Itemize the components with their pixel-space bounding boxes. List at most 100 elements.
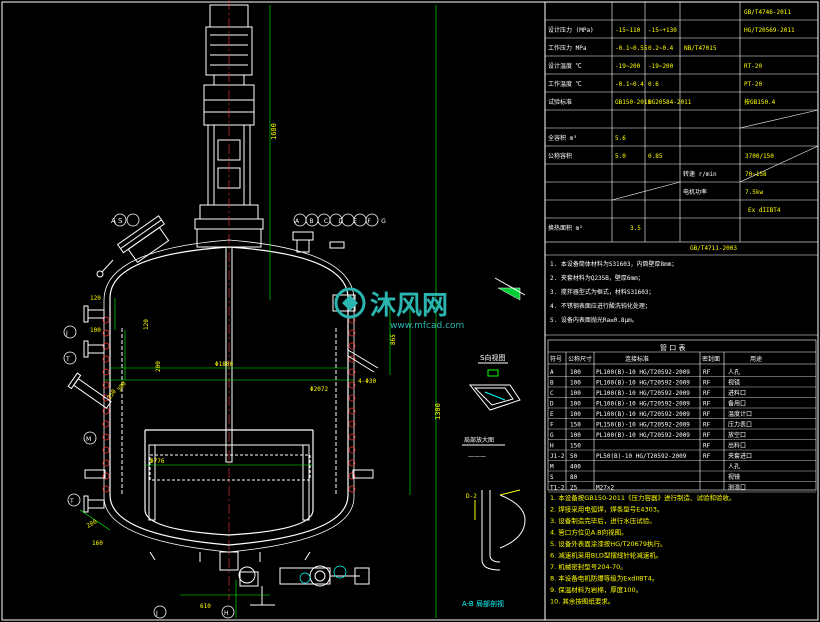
nozzle-cell: F	[550, 422, 554, 429]
nozzle-label-circles	[63, 213, 379, 619]
nozzle-cell: G	[550, 432, 554, 439]
dim-d9: 120	[143, 319, 150, 330]
nozzle-cell: D	[550, 401, 554, 408]
top-data-table	[544, 1, 819, 243]
note-line: 2. 焊接采用电弧焊，焊条型号E4303。	[550, 505, 663, 514]
support-lug-left	[84, 469, 106, 479]
nozzle-cell: RF	[703, 453, 711, 460]
nozzle-cell: RF	[703, 369, 711, 376]
svg-text:换热面积 m²: 换热面积 m²	[548, 224, 583, 232]
nozzle-cell: J1-2	[550, 453, 565, 460]
nozzle-cell: PL100(B)-10 HG/T20592-2009	[596, 401, 690, 408]
nozzle-cell: S	[550, 474, 554, 481]
dim-jacket-dia: Φ2072	[310, 386, 328, 393]
nozzle-cell: 150	[570, 443, 581, 450]
nozzle-cell: 100	[570, 411, 581, 418]
nozzle-cell: E	[550, 411, 554, 418]
svg-text:4. 不锈钢表面应进行酸洗钝化处理；: 4. 不锈钢表面应进行酸洗钝化处理；	[550, 302, 651, 310]
nozzle-top-right	[292, 231, 314, 241]
nozzle-cell: RF	[703, 411, 711, 418]
note-line: 5. 设备外表面涂漆按HG/T20679执行。	[550, 539, 667, 548]
note-line: 7. 机械密封型号204-70。	[550, 562, 627, 571]
label-group-left: A S	[111, 217, 123, 225]
svg-text:-15~+130: -15~+130	[648, 27, 677, 34]
weld-title: A-B 局部剖视	[462, 599, 504, 608]
svg-text:公称尺寸: 公称尺寸	[568, 355, 592, 363]
svg-text:GB/T4711-2003: GB/T4711-2003	[690, 245, 737, 252]
dim-d2: 120	[90, 295, 101, 302]
nozzle-cell: 100	[570, 380, 581, 387]
svg-text:设计压力 (MPa): 设计压力 (MPa)	[548, 26, 594, 34]
nozzle-cell: 视镜	[728, 379, 740, 387]
note-line: 4. 管口方位见A.B向视图。	[550, 528, 628, 537]
marker-j: J	[65, 330, 68, 337]
detail-s-title: S向视图	[480, 353, 505, 362]
svg-text:转速 r/min: 转速 r/min	[683, 170, 717, 178]
nozzle-cell: M	[550, 464, 554, 471]
nozzle-cell: 100	[570, 432, 581, 439]
spec-notes: 1. 本设备筒体材料为S31603，内筒壁厚8mm； 2. 夹套材料为Q235B…	[545, 254, 818, 336]
nozzle-cell: PL100(B)-10 HG/T20592-2009	[596, 380, 690, 387]
cad-drawing: A S A B C D E F G J T T M H J 1680 1300 …	[1, 0, 819, 621]
svg-text:3700/150: 3700/150	[745, 153, 774, 160]
nozzle-cell: PL150(B)-10 HG/T20592-2009	[596, 422, 690, 429]
nozzle-cell: 进料口	[728, 389, 746, 397]
nozzle-cell: A	[550, 369, 554, 376]
svg-text:3.5: 3.5	[630, 225, 641, 232]
svg-text:0.85: 0.85	[648, 153, 663, 160]
dim-agitator-height: 1680	[270, 123, 278, 140]
dim-d3: 610	[200, 603, 211, 610]
bottom-head	[109, 494, 349, 546]
svg-text:HG20584-2011: HG20584-2011	[648, 99, 692, 106]
nozzle-cell: 100	[570, 401, 581, 408]
detail-views: S向视图 局部放大图 ——— D-2 A-B 局部剖视	[462, 277, 526, 608]
svg-text:试验标准: 试验标准	[548, 98, 572, 106]
marker-m: M	[86, 436, 91, 443]
nozzle-cell: 50	[570, 453, 578, 460]
nozzle-cell: 测温口	[728, 484, 746, 492]
nozzle-cell: PL100(B)-10 HG/T20592-2009	[596, 411, 690, 418]
nozzle-cell: 25	[570, 485, 578, 492]
nozzle-table-title: 管 口 表	[660, 343, 685, 352]
nozzle-cell: H	[550, 443, 554, 450]
general-notes: 1. 本设备按GB150-2011《压力容器》进行制造、试验和验收。 2. 焊接采…	[550, 493, 736, 606]
svg-text:-0.1~0.55: -0.1~0.55	[615, 45, 648, 52]
watermark-cn: 沐风网	[370, 291, 448, 321]
nozzle-cell: 400	[570, 464, 581, 471]
detail-note: 局部放大图	[464, 436, 494, 444]
nozzle-cell: PL100(B)-10 HG/T20592-2009	[596, 369, 690, 376]
svg-text:电机功率: 电机功率	[683, 188, 707, 196]
dim-d10: 200	[155, 361, 162, 372]
svg-text:-15~110: -15~110	[615, 27, 641, 34]
svg-text:HG/T20569-2011: HG/T20569-2011	[744, 27, 795, 34]
nozzle-cell: 温度计口	[728, 410, 752, 418]
note-line: 1. 本设备按GB150-2011《压力容器》进行制造、试验和验收。	[550, 493, 736, 502]
svg-text:———: ———	[468, 453, 486, 460]
nozzle-cell: PL100(B)-10 HG/T20592-2009	[596, 390, 690, 397]
svg-text:全容积 m³: 全容积 m³	[548, 134, 577, 142]
nozzle-cell: PL50(B)-10 HG/T20592-2009	[596, 453, 687, 460]
note-line: 10. 其余按图纸要求。	[550, 597, 614, 606]
nozzle-left-2	[87, 344, 105, 354]
svg-text:7.5kw: 7.5kw	[745, 189, 763, 196]
svg-text:70~158: 70~158	[745, 171, 767, 178]
note-line: 8. 本设备电机防爆等级为ExdIIBT4。	[550, 574, 658, 583]
nozzle-cell: 放空口	[728, 431, 746, 439]
dim-d6: 300	[116, 380, 128, 393]
svg-text:2. 夹套材料为Q235B，壁厚6mm；: 2. 夹套材料为Q235B，壁厚6mm；	[550, 274, 644, 282]
nozzle-left-1	[87, 309, 105, 319]
svg-text:RT-20: RT-20	[744, 63, 762, 70]
nozzle-cell: 人孔	[728, 463, 740, 471]
nozzle-cell: 80	[570, 474, 578, 481]
nozzle-rows: A 100 PL100(B)-10 HG/T20592-2009 RF 人孔 B 100 PL…	[548, 368, 816, 493]
svg-text:-0.1~0.4: -0.1~0.4	[615, 81, 644, 88]
note-line: 3. 设备制造完毕后，进行水压试验。	[550, 516, 656, 525]
nozzle-cell: M27×2	[596, 485, 614, 492]
support-lug-right	[352, 469, 374, 479]
nozzle-cell: RF	[703, 422, 711, 429]
svg-text:设计温度 ℃: 设计温度 ℃	[548, 62, 582, 70]
nozzle-cell: RF	[703, 380, 711, 387]
nozzle-cell: C	[550, 390, 554, 397]
dim-agitator-dia: Φ776	[150, 458, 165, 465]
svg-text:公称容积: 公称容积	[548, 152, 572, 160]
